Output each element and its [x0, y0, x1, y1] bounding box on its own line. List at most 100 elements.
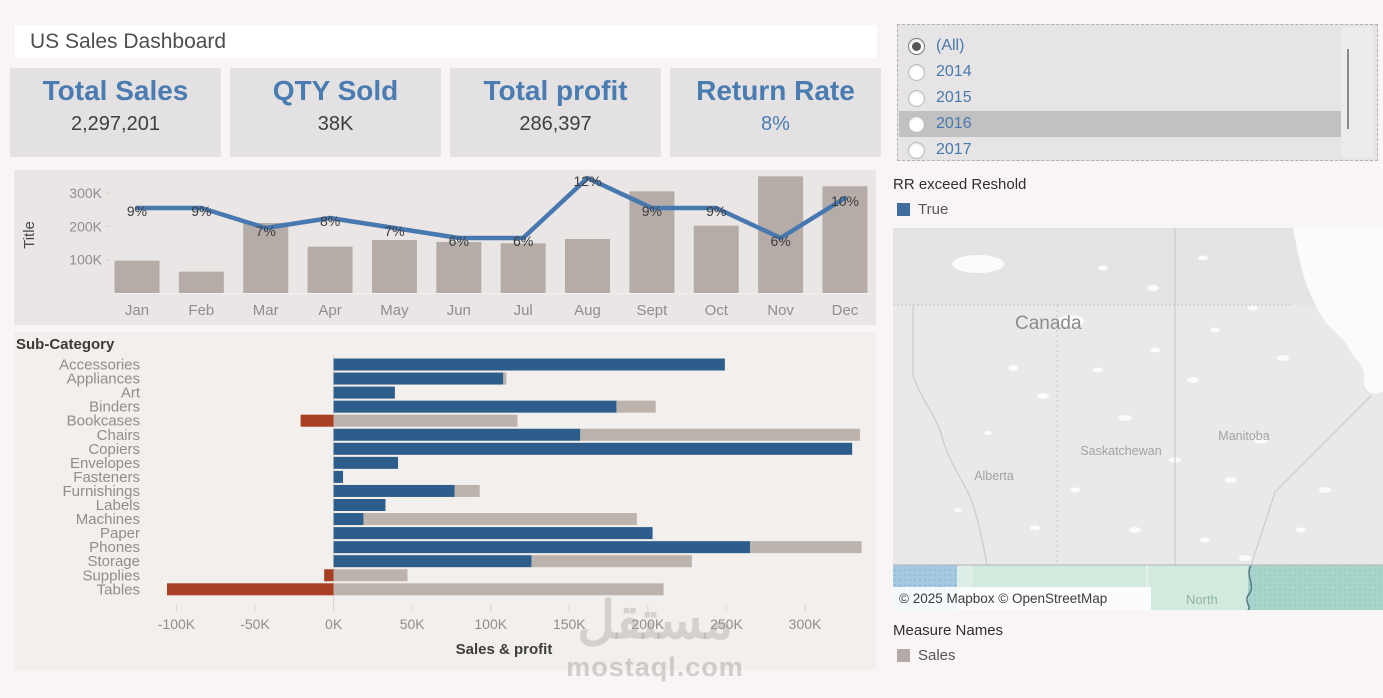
kpi-value: 8% — [670, 113, 881, 136]
kpi-card-qty-sold[interactable]: QTY Sold 38K — [230, 68, 441, 157]
rr-threshold-legend: RR exceed Reshold True — [893, 176, 1026, 218]
month-label: Dec — [832, 302, 859, 319]
rr-true-bar[interactable] — [334, 541, 750, 553]
kpi-label: Total profit — [450, 75, 661, 107]
month-label: Jul — [514, 302, 533, 319]
return-rate-line[interactable] — [137, 178, 845, 238]
month-bar[interactable] — [179, 272, 224, 293]
kpi-value: 286,397 — [450, 113, 661, 136]
year-option-2016[interactable]: 2016 — [899, 111, 1342, 137]
kpi-label: Total Sales — [10, 75, 221, 107]
legend-item-sales[interactable]: Sales — [893, 647, 1003, 664]
rr-true-bar[interactable] — [334, 555, 532, 567]
month-label: May — [380, 302, 409, 319]
y-axis-title: Title — [21, 221, 38, 249]
kpi-label: QTY Sold — [230, 75, 441, 107]
y-tick-label: 300K — [69, 185, 102, 201]
month-bar[interactable] — [694, 226, 739, 293]
radio-selected-icon[interactable] — [908, 38, 925, 55]
percent-label: 9% — [706, 203, 726, 219]
x-tick-label: -100K — [158, 616, 196, 632]
year-option-2014[interactable]: 2014 — [899, 59, 1342, 85]
year-filter-list: (All) 2014 2015 2016 2017 — [899, 33, 1342, 161]
month-label: Mar — [253, 302, 279, 319]
percent-label: 9% — [642, 203, 662, 219]
percent-label: 6% — [449, 233, 469, 249]
kpi-value: 2,297,201 — [10, 113, 221, 136]
radio-icon[interactable] — [908, 142, 925, 159]
sales-bar[interactable] — [750, 541, 862, 553]
radio-icon[interactable] — [908, 116, 925, 133]
rr-true-bar[interactable] — [334, 513, 364, 525]
sales-bar[interactable] — [503, 373, 506, 385]
map-label-manitoba: Manitoba — [1218, 429, 1269, 443]
y-tick-label: 100K — [69, 252, 102, 268]
month-bar[interactable] — [436, 242, 481, 293]
rr-true-swatch — [897, 203, 910, 216]
year-option-all[interactable]: (All) — [899, 33, 1342, 59]
legend-item-true[interactable]: True — [893, 201, 1026, 218]
map-label-canada: Canada — [1015, 313, 1082, 334]
month-bar[interactable] — [372, 240, 417, 293]
month-bar[interactable] — [565, 239, 610, 293]
rr-true-bar[interactable] — [334, 457, 398, 469]
radio-icon[interactable] — [908, 90, 925, 107]
x-tick-label: 50K — [400, 616, 426, 632]
sales-bar[interactable] — [363, 513, 636, 525]
percent-label: 12% — [574, 173, 602, 189]
sales-bar[interactable] — [616, 401, 655, 413]
x-tick-label: 300K — [789, 616, 822, 632]
x-tick-label: 200K — [632, 616, 665, 632]
year-option-2017[interactable]: 2017 — [899, 137, 1342, 161]
month-bar[interactable] — [115, 261, 160, 293]
percent-label: 9% — [191, 203, 211, 219]
sales-bar[interactable] — [334, 415, 518, 427]
rr-true-bar[interactable] — [334, 387, 395, 399]
attribution-text: © 2025 Mapbox © OpenStreetMap — [899, 591, 1107, 606]
rr-true-bar[interactable] — [334, 401, 617, 413]
rr-true-bar[interactable] — [334, 443, 853, 455]
radio-icon[interactable] — [908, 64, 925, 81]
percent-label: 9% — [127, 203, 147, 219]
rr-true-bar[interactable] — [334, 471, 343, 483]
kpi-card-return-rate[interactable]: Return Rate 8% — [670, 68, 881, 157]
percent-label: 7% — [384, 223, 404, 239]
rr-true-bar[interactable] — [334, 359, 725, 371]
filter-scrollbar[interactable] — [1341, 27, 1373, 158]
month-label: Apr — [318, 302, 341, 319]
subcat-chart-svg: Sub-CategoryAccessoriesAppliancesArtBind… — [14, 332, 876, 670]
scrollbar-thumb[interactable] — [1347, 49, 1349, 129]
map[interactable]: Canada Alberta Saskatchewan Manitoba Nor… — [893, 228, 1383, 610]
sales-bar[interactable] — [455, 485, 480, 497]
month-bar[interactable] — [308, 247, 353, 293]
rr-true-bar[interactable] — [334, 499, 386, 511]
rr-true-bar[interactable] — [334, 485, 455, 497]
x-tick-label: 250K — [710, 616, 743, 632]
map-label-alberta: Alberta — [974, 469, 1014, 483]
monthly-sales-combo-chart: Title100K200K300KJanFebMarAprMayJunJulAu… — [14, 170, 876, 325]
rr-true-bar[interactable] — [334, 527, 653, 539]
map-label-saskatchewan: Saskatchewan — [1080, 444, 1161, 458]
negative-bar[interactable] — [324, 569, 333, 581]
negative-bar[interactable] — [301, 415, 334, 427]
kpi-card-total-profit[interactable]: Total profit 286,397 — [450, 68, 661, 157]
kpi-card-total-sales[interactable]: Total Sales 2,297,201 — [10, 68, 221, 157]
negative-bar[interactable] — [167, 583, 334, 595]
x-tick-label: -50K — [240, 616, 270, 632]
sales-bar[interactable] — [334, 583, 664, 595]
rr-true-bar[interactable] — [334, 373, 504, 385]
year-option-2015[interactable]: 2015 — [899, 85, 1342, 111]
percent-label: 6% — [513, 233, 533, 249]
rr-true-bar[interactable] — [334, 429, 581, 441]
percent-label: 8% — [320, 213, 340, 229]
map-svg: Canada Alberta Saskatchewan Manitoba Nor… — [893, 228, 1383, 610]
month-label: Jun — [447, 302, 471, 319]
map-attribution: © 2025 Mapbox © OpenStreetMap — [893, 587, 1151, 610]
sales-bar[interactable] — [532, 555, 692, 567]
combo-chart-svg: Title100K200K300KJanFebMarAprMayJunJulAu… — [14, 170, 876, 325]
percent-label: 10% — [831, 193, 859, 209]
percent-label: 6% — [770, 233, 790, 249]
sales-bar[interactable] — [580, 429, 860, 441]
sales-bar[interactable] — [334, 569, 408, 581]
month-bar[interactable] — [501, 243, 546, 293]
